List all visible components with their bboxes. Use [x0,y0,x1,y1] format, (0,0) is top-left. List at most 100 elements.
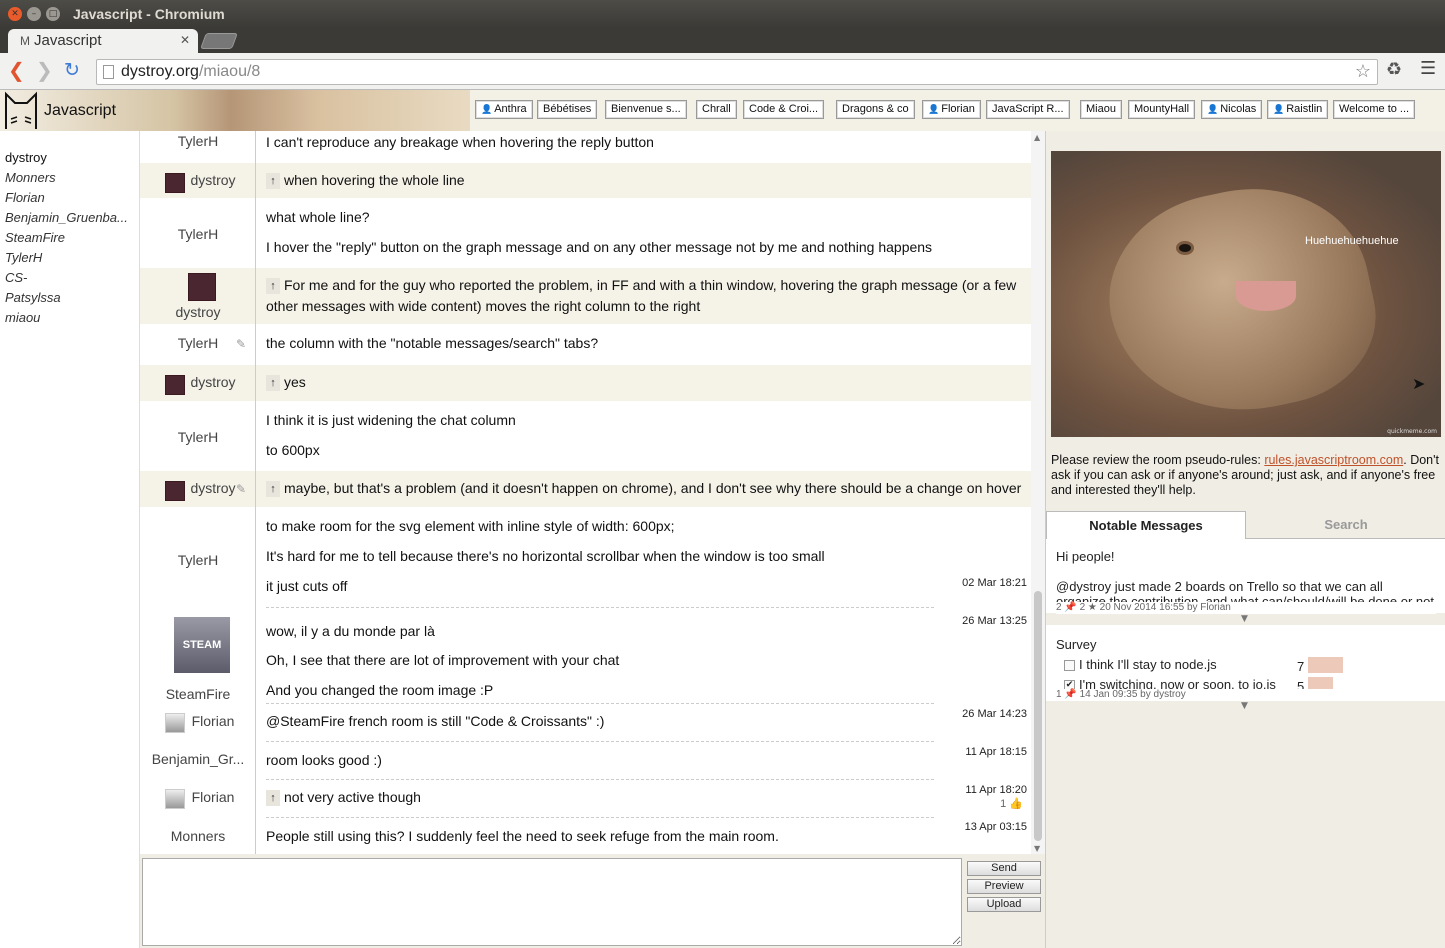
author-name[interactable]: TylerH [140,429,256,445]
room-tab[interactable]: Welcome to ... [1333,100,1416,119]
forward-arrow-icon[interactable]: ❯ [36,59,53,81]
user-list-item[interactable]: TylerH [5,250,137,265]
author-name[interactable]: dystroy [140,304,256,320]
expand-arrow-icon[interactable]: ▼ [1241,614,1248,624]
new-tab-button[interactable] [200,33,238,49]
message-line: wow, il y a du monde par là [266,623,435,639]
scroll-down-icon[interactable]: ▼ [1034,844,1040,853]
room-tab[interactable]: 👤 Nicolas [1201,100,1263,119]
user-list-item[interactable]: Florian [5,190,137,205]
room-tab[interactable]: Miaou [1080,100,1122,119]
chat-message: TylerH I think it is just widening the ch… [140,401,1031,471]
window-minimize-icon[interactable]: – [27,7,41,21]
room-tab[interactable]: Dragons & co [836,100,915,119]
author-name[interactable]: Florian [170,789,256,805]
message-line: And you changed the room image :P [266,682,493,698]
message-separator [266,703,934,704]
chat-message: TylerH ✎ the column with the "notable mess… [140,324,1031,365]
message-line: ↑ maybe, but that's a problem (and it doe… [266,480,1021,497]
edit-pencil-icon[interactable]: ✎ [236,482,246,496]
author-name[interactable]: TylerH [140,133,256,149]
message-text: to 600px [266,442,320,458]
message-separator [266,817,934,818]
message-text: I can't reproduce any breakage when hove… [266,134,654,150]
room-tab[interactable]: Code & Croi... [743,100,825,119]
chat-messages: TylerH I can't reproduce any breakage whe… [140,131,1031,854]
scroll-up-icon[interactable]: ▲ [1034,133,1040,142]
author-name[interactable]: dystroy [170,172,256,188]
room-tab[interactable]: MountyHall [1128,100,1196,119]
extension-recycle-icon[interactable]: ♻ [1386,59,1402,80]
hamburger-menu-icon[interactable]: ☰ [1420,58,1436,79]
chat-scrollbar[interactable]: ▲ ▼ [1031,131,1045,854]
message-separator [266,741,934,742]
reply-arrow-icon[interactable]: ↑ [266,173,280,189]
bookmark-star-icon[interactable]: ☆ [1355,61,1371,82]
reply-arrow-icon[interactable]: ↑ [266,790,280,806]
room-tab-label: Welcome to ... [1339,103,1410,115]
message-line: People still using this? I suddenly feel… [266,828,779,844]
reload-icon[interactable]: ↻ [64,59,80,81]
reply-arrow-icon[interactable]: ↑ [266,481,280,497]
room-tab[interactable]: Bienvenue s... [605,100,687,119]
notable-title: Survey [1056,637,1097,652]
message-author: TylerH [140,198,256,268]
poll-checkbox[interactable] [1064,660,1075,671]
window-maximize-icon[interactable]: □ [46,7,60,21]
user-list-item[interactable]: CS- [5,270,137,285]
user-list-item[interactable]: miaou [5,310,137,325]
author-name[interactable]: Monners [140,828,256,844]
message-line: ↑ when hovering the whole line [266,172,465,189]
edit-pencil-icon[interactable]: ✎ [236,337,246,351]
user-list-item[interactable]: Benjamin_Gruenba... [5,210,137,225]
user-list-item[interactable]: dystroy [5,150,137,165]
message-line: I can't reproduce any breakage when hove… [266,134,654,150]
expand-arrow-icon[interactable]: ▼ [1241,701,1248,711]
reply-arrow-icon[interactable]: ↑ [266,278,280,294]
message-line: to make room for the svg element with in… [266,518,675,534]
tab-close-icon[interactable]: ✕ [180,33,190,47]
message-line: other messages with wide content) moves … [266,298,700,314]
notable-line: @dystroy just made 2 boards on Trello so… [1056,579,1383,594]
rules-link[interactable]: rules.javascriptroom.com [1264,453,1403,467]
author-name[interactable]: Benjamin_Gr... [140,751,256,767]
room-tab[interactable]: JavaScript R... [986,100,1070,119]
message-separator [266,779,934,780]
room-tab[interactable]: Chrall [696,100,737,119]
author-name[interactable]: TylerH [140,226,256,242]
scrollbar-thumb[interactable] [1034,591,1042,841]
user-list-item[interactable]: Patsylssa [5,290,137,305]
address-bar[interactable]: dystroy.org/miaou/8 ☆ [96,59,1378,85]
tab-notable-messages[interactable]: Notable Messages [1046,511,1246,540]
window-close-icon[interactable]: ✕ [8,7,22,21]
tab-search[interactable]: Search [1246,511,1445,539]
room-tab[interactable]: 👤 Anthra [475,100,533,119]
author-name[interactable]: dystroy [170,374,256,390]
browser-tab-active[interactable]: M Javascript ✕ [8,29,198,54]
preview-button[interactable]: Preview [967,879,1041,894]
author-name[interactable]: Florian [170,713,256,729]
room-image: Huehuehuehuehue quickmeme.com [1051,151,1441,437]
author-name[interactable]: SteamFire [140,686,256,702]
message-input[interactable] [142,858,962,946]
upload-button[interactable]: Upload [967,897,1041,912]
miaou-cat-logo-icon[interactable] [3,91,39,131]
user-list-item[interactable]: SteamFire [5,230,137,245]
message-time: 11 Apr 18:20 [965,784,1027,796]
message-text: when hovering the whole line [284,172,465,188]
back-arrow-icon[interactable]: ❮ [8,59,25,81]
user-list-item[interactable]: Monners [5,170,137,185]
room-tab[interactable]: Bébétises [537,100,598,119]
reply-arrow-icon[interactable]: ↑ [266,375,280,391]
vote-count[interactable]: 1 👍 [1000,797,1023,810]
notable-meta: 2 📌 2 ★ 20 Nov 2014 16:55 by Florian [1056,602,1436,614]
room-tab-label: MountyHall [1134,103,1190,115]
send-button[interactable]: Send [967,861,1041,876]
room-tab[interactable]: 👤 Raistlin [1267,100,1329,119]
author-name[interactable]: TylerH [140,552,256,568]
message-line: ↑ not very active though [266,789,421,806]
room-tab[interactable]: 👤 Florian [922,100,981,119]
poll-count: 7 [1297,659,1305,674]
message-line: to 600px [266,442,320,458]
room-tab-label: Bébétises [543,103,592,115]
